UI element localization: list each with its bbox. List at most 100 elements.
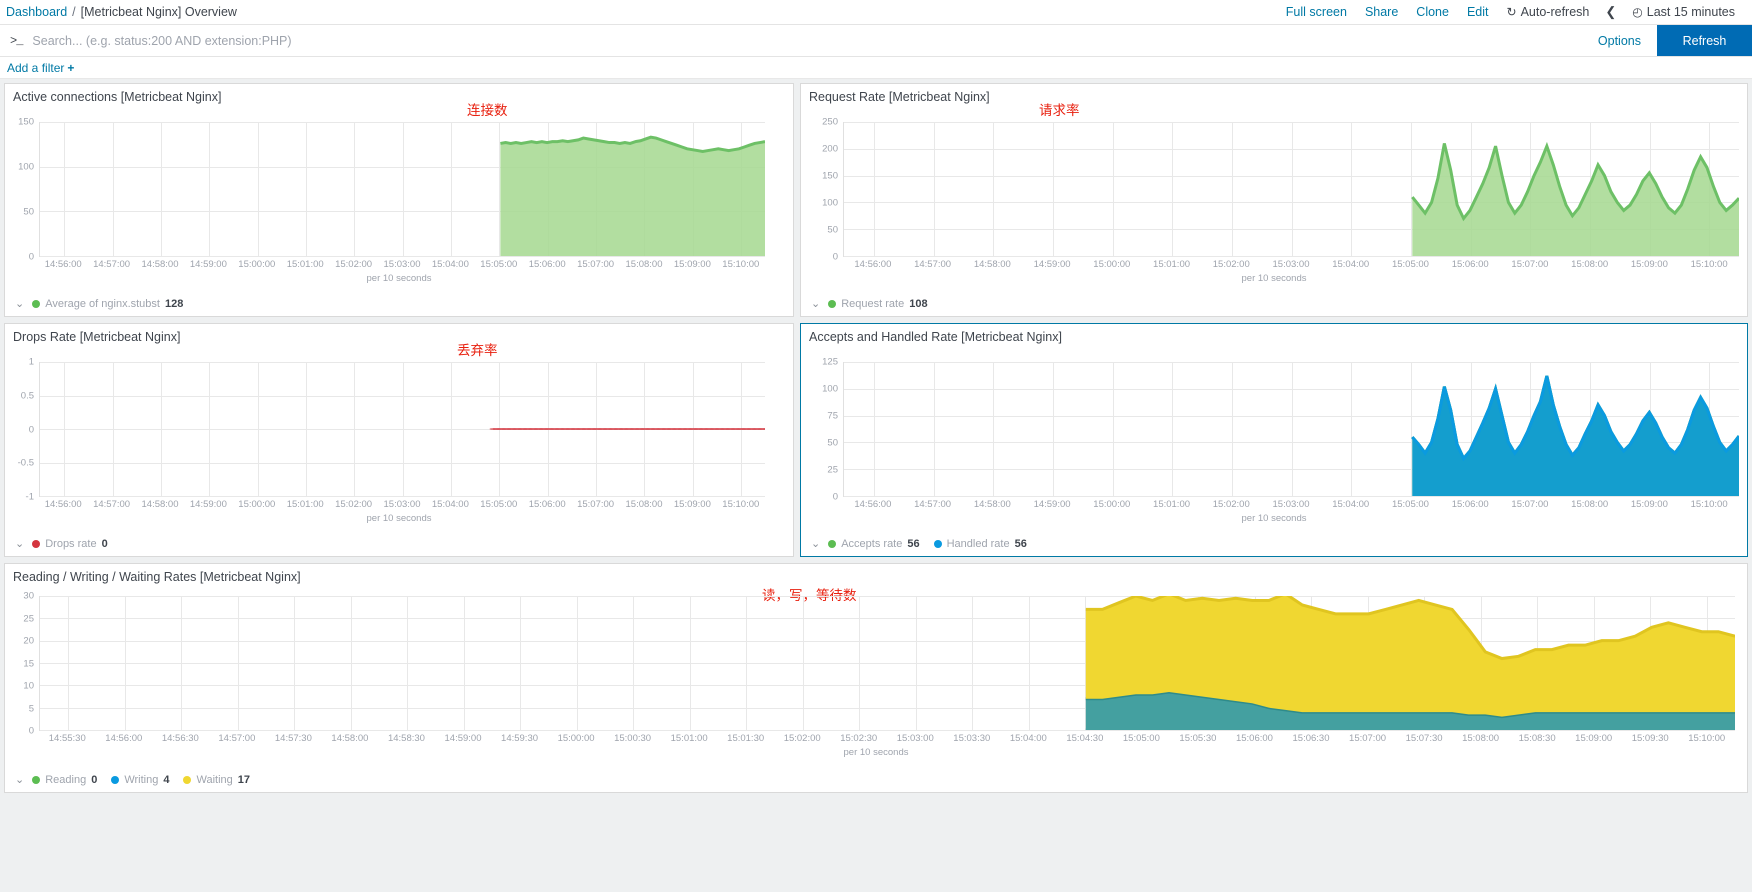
panel-active-connections[interactable]: Active connections [Metricbeat Nginx] 连接数…: [4, 83, 794, 317]
query-options-button[interactable]: Options: [1582, 25, 1657, 56]
y-axis-tick-label: 250: [822, 116, 838, 128]
clone-button[interactable]: Clone: [1407, 5, 1458, 19]
share-button[interactable]: Share: [1356, 5, 1407, 19]
y-axis-tick-label: -1: [25, 491, 34, 503]
legend-item[interactable]: Handled rate 56: [933, 538, 1027, 550]
add-filter-button[interactable]: Add a filter +: [7, 61, 74, 75]
x-axis-tick-label: 15:06:00: [528, 499, 566, 510]
y-axis-tick-label: 0: [832, 251, 838, 263]
x-axis-tick-label: 14:56:00: [105, 733, 143, 744]
topbar-actions: Full screen Share Clone Edit ↻ Auto-refr…: [1277, 4, 1744, 20]
legend-collapse-chevron-down-icon[interactable]: ⌄: [811, 297, 820, 310]
chart-legend: ⌄ Average of nginx.stubst 128: [5, 293, 183, 316]
legend-item[interactable]: Waiting 17: [183, 774, 250, 786]
auto-refresh-label: Auto-refresh: [1520, 5, 1590, 19]
x-axis-tick-label: 14:58:00: [141, 259, 179, 270]
x-axis-tick-label: 14:59:30: [501, 733, 539, 744]
legend-color-dot: [828, 539, 837, 548]
y-axis-tick-label: 30: [23, 590, 34, 602]
y-axis-tick-label: 50: [827, 437, 838, 449]
x-axis-tick-label: 14:56:30: [161, 733, 199, 744]
x-axis-title: per 10 seconds: [366, 273, 432, 284]
x-axis-tick-label: 15:02:30: [840, 733, 878, 744]
panel-title: Active connections [Metricbeat Nginx]: [13, 90, 222, 104]
legend-value: 128: [164, 297, 184, 310]
chevron-left-icon[interactable]: ❮: [1598, 4, 1623, 20]
panel-title: Accepts and Handled Rate [Metricbeat Ngi…: [809, 330, 1062, 344]
legend-collapse-chevron-down-icon[interactable]: ⌄: [15, 537, 24, 550]
x-axis-tick-label: 15:00:00: [238, 259, 276, 270]
legend-collapse-chevron-down-icon[interactable]: ⌄: [15, 773, 24, 786]
x-axis-tick-label: 15:00:00: [238, 499, 276, 510]
y-axis-tick-label: 25: [827, 464, 838, 476]
y-axis-tick-label: 200: [822, 143, 838, 155]
chart-area: 0 50 100 150: [11, 117, 765, 263]
legend-label: Average of nginx.stubst: [45, 297, 160, 310]
series-layer: [1085, 596, 1735, 730]
x-axis-tick-label: 15:07:00: [577, 499, 615, 510]
search-input[interactable]: [30, 32, 1582, 49]
x-axis-tick-label: 14:57:00: [914, 259, 952, 270]
dashboard-row-3: Reading / Writing / Waiting Rates [Metri…: [4, 563, 1748, 793]
panel-accepts-handled-rate[interactable]: Accepts and Handled Rate [Metricbeat Ngi…: [800, 323, 1748, 557]
edit-button[interactable]: Edit: [1458, 5, 1498, 19]
query-input-wrapper: >_: [0, 25, 1582, 56]
x-axis-tick-label: 15:02:00: [335, 259, 373, 270]
y-axis-tick-label: 0.5: [20, 390, 34, 402]
full-screen-button[interactable]: Full screen: [1277, 5, 1356, 19]
x-axis-tick-label: 15:10:00: [1690, 259, 1728, 270]
plot-region: [39, 122, 765, 257]
x-axis-tick-label: 15:01:00: [670, 733, 708, 744]
x-axis-tick-label: 15:05:00: [1391, 259, 1429, 270]
y-axis-tick-label: 100: [822, 197, 838, 209]
panel-request-rate[interactable]: Request Rate [Metricbeat Nginx] 请求率 0 50 100…: [800, 83, 1748, 317]
y-axis-tick-label: 50: [827, 224, 838, 236]
series-layer: [489, 428, 765, 430]
y-axis-tick-label: 25: [23, 613, 34, 624]
panel-drops-rate[interactable]: Drops Rate [Metricbeat Nginx] 丢弃率 -1 -0.5 0 0…: [4, 323, 794, 557]
x-axis-tick-label: 15:03:00: [1272, 259, 1310, 270]
x-axis-tick-label: 15:03:30: [953, 733, 991, 744]
breadcrumb-dashboard-link[interactable]: Dashboard: [6, 5, 67, 19]
refresh-button[interactable]: Refresh: [1657, 25, 1752, 56]
x-axis-tick-label: 15:05:30: [1179, 733, 1217, 744]
time-range-button[interactable]: ◴ Last 15 minutes: [1623, 5, 1744, 19]
legend-item[interactable]: Average of nginx.stubst 128: [32, 298, 183, 310]
panel-reading-writing-waiting-rates[interactable]: Reading / Writing / Waiting Rates [Metri…: [4, 563, 1748, 793]
x-axis-tick-label: 15:03:00: [383, 259, 421, 270]
legend-item[interactable]: Reading 0: [32, 774, 97, 786]
grid-line-horizontal: [40, 496, 765, 497]
x-axis-tick-label: 15:06:00: [1235, 733, 1273, 744]
legend-item[interactable]: Drops rate 0: [32, 538, 108, 550]
legend-item[interactable]: Request rate 108: [828, 298, 928, 310]
chart-area: 0 5 10 15 20 25 30: [11, 591, 1735, 737]
x-axis-tick-label: 15:01:00: [1153, 499, 1191, 510]
chart-area: 0 50 100 150 200 250: [815, 117, 1739, 263]
x-axis-labels: 14:55:30 14:56:00 14:56:30 14:57:00 14:57:30…: [39, 733, 1735, 745]
series-area: [1412, 375, 1739, 496]
x-axis-tick-label: 14:58:00: [141, 499, 179, 510]
legend-item[interactable]: Writing 4: [111, 774, 169, 786]
y-axis-tick-label: 150: [822, 170, 838, 182]
y-axis-tick-label: 150: [18, 116, 34, 128]
x-axis-tick-label: 15:02:00: [335, 499, 373, 510]
x-axis-tick-label: 14:58:00: [973, 259, 1011, 270]
x-axis-tick-label: 15:05:00: [1122, 733, 1160, 744]
y-axis-labels: 0 5 10 15 20 25 30: [11, 591, 37, 737]
x-axis-tick-label: 15:09:00: [673, 499, 711, 510]
x-axis-labels: 14:56:00 14:57:00 14:58:00 14:59:00 15:00:00…: [39, 499, 765, 511]
x-axis-tick-label: 15:09:00: [1575, 733, 1613, 744]
legend-collapse-chevron-down-icon[interactable]: ⌄: [15, 297, 24, 310]
auto-refresh-button[interactable]: ↻ Auto-refresh: [1498, 5, 1599, 19]
x-axis-tick-label: 15:05:00: [480, 499, 518, 510]
x-axis-labels: 14:56:00 14:57:00 14:58:00 14:59:00 15:00:00…: [39, 259, 765, 271]
x-axis-tick-label: 15:02:00: [783, 733, 821, 744]
legend-collapse-chevron-down-icon[interactable]: ⌄: [811, 537, 820, 550]
legend-value: 0: [91, 773, 98, 786]
x-axis-tick-label: 15:09:00: [673, 259, 711, 270]
legend-item[interactable]: Accepts rate 56: [828, 538, 920, 550]
x-axis-tick-label: 14:57:00: [93, 259, 131, 270]
x-axis-tick-label: 15:00:00: [557, 733, 595, 744]
panel-title: Drops Rate [Metricbeat Nginx]: [13, 330, 181, 344]
chart-legend: ⌄ Drops rate 0: [5, 533, 108, 556]
